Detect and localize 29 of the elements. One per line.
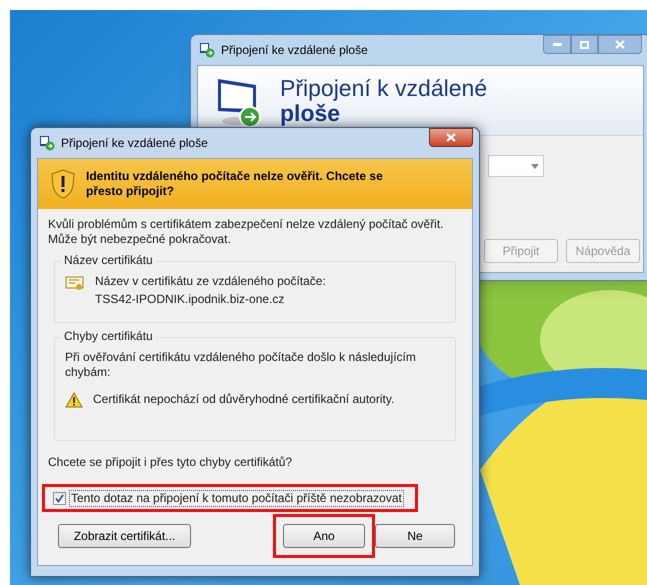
close-icon <box>615 40 625 49</box>
intro-text: Kvůli problémům s certifikátem zabezpečení nelze vzdálený počítač ověřit. Může být nebezpečné pokračovat. <box>48 217 445 247</box>
certificate-name-text: TSS42-IPODNIK.ipodnik.biz-one.cz <box>95 292 284 307</box>
close-icon <box>446 133 456 142</box>
close-button[interactable] <box>429 128 473 147</box>
dropdown-arrow-icon <box>531 164 539 168</box>
question-text: Chcete se připojit i přes tyto chyby certifikátů? <box>48 455 294 470</box>
warning-shield-icon <box>50 169 76 199</box>
certificate-icon <box>65 276 85 292</box>
checkbox-label[interactable]: Tento dotaz na připojení k tomuto počítači příště nezobrazovat <box>69 490 404 506</box>
dialog-button[interactable]: Ano <box>283 524 365 548</box>
remote-desktop-icon <box>199 42 215 58</box>
warning-message: Identitu vzdáleného počítače nelze ověřit. Chcete se přesto připojit? <box>86 169 384 199</box>
warning-icon <box>65 392 83 408</box>
window-title: Připojení ke vzdálené ploše <box>221 42 368 59</box>
dialog-button[interactable]: Zobrazit certifikát... <box>58 524 191 548</box>
dropdown-field[interactable] <box>488 155 544 177</box>
error-intro-text: Při ověřování certifikátu vzdáleného počítače došlo k následujícím chybám: <box>65 350 417 380</box>
window-title: Připojení ke vzdálené ploše <box>61 135 208 152</box>
app-heading: Připojení k vzdálené <box>280 76 488 100</box>
error-text: Certifikát nepochází od důvěryhodné certifikační autority. <box>93 392 394 407</box>
certificate-name-text: Název v certifikátu ze vzdáleného počítače: <box>95 274 326 289</box>
group-title: Chyby certifikátu <box>61 329 156 344</box>
maximize-button[interactable] <box>571 35 598 54</box>
dialog-button[interactable]: Ne <box>375 524 455 548</box>
minimize-button[interactable] <box>543 35 571 54</box>
remote-desktop-icon <box>39 135 55 151</box>
checkbox[interactable] <box>53 492 66 504</box>
app-heading: ploše <box>280 100 340 126</box>
